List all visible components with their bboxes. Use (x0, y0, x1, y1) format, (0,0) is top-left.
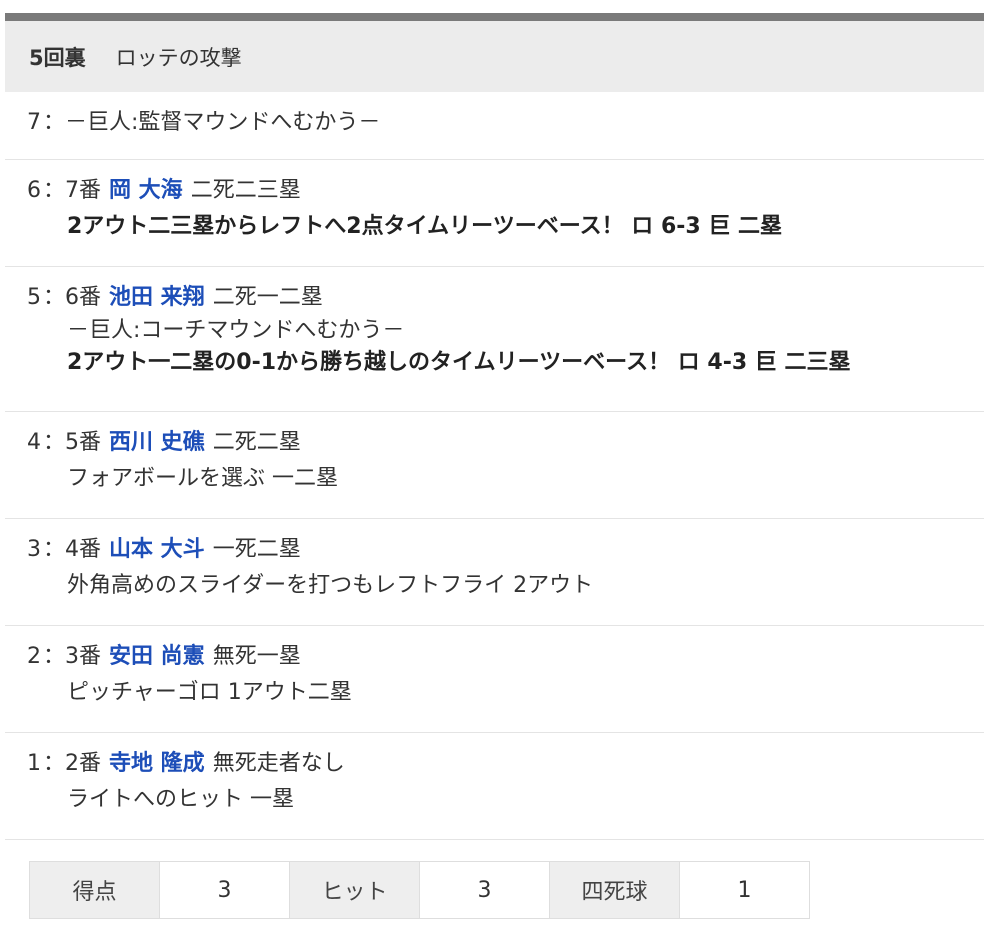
event-separator: ： (43, 110, 66, 135)
event-item-1: 1：2番 寺地 隆成 無死走者なし ライトへのヒット 一塁 (5, 733, 984, 840)
event-item-6: 6：7番岡 大海 二死二三塁 2アウト二三塁からレフトへ2点タイムリーツーベース！… (5, 160, 984, 267)
event-number: 7 (27, 110, 41, 135)
event-list: 7：－巨人:監督マウンドへむかう－ 6：7番岡 大海 二死二三塁 2アウト二三塁か… (5, 92, 984, 840)
stat-value-walks: 1 (680, 862, 810, 918)
event-text: －巨人:監督マウンドへむかう－ (65, 110, 381, 135)
batting-order: 5番 (65, 430, 102, 455)
event-separator: ： (43, 430, 66, 455)
play-by-play-panel: 5回裏 ロッテの攻撃 7：－巨人:監督マウンドへむかう－ 6：7番岡 大海 二死二… (5, 13, 984, 945)
play-description: フォアボールを選ぶ 一二塁 (67, 466, 338, 491)
event-separator: ： (43, 751, 66, 776)
situation: 一死二塁 (212, 537, 301, 562)
inning-title: ロッテの攻撃 (115, 45, 242, 70)
batting-order: 2番 (65, 751, 102, 776)
inning-header: 5回裏 ロッテの攻撃 (5, 21, 984, 92)
event-number: 4 (27, 430, 41, 455)
play-description: 外角高めのスライダーを打つもレフトフライ 2アウト (67, 573, 594, 598)
event-number: 3 (27, 537, 41, 562)
batter-link[interactable]: 寺地 隆成 (109, 751, 205, 776)
event-line: 2：3番 安田 尚憲 無死一塁 (27, 640, 984, 674)
stat-label-walks: 四死球 (550, 862, 680, 918)
event-separator: ： (43, 178, 66, 203)
stat-label-runs: 得点 (30, 862, 160, 918)
stat-value-hits: 3 (420, 862, 550, 918)
play-description: ピッチャーゴロ 1アウト二塁 (67, 680, 352, 705)
event-line: 4：5番 西川 史礁 二死二塁 (27, 426, 984, 460)
event-item-5: 5：6番 池田 来翔 二死一二塁 －巨人:コーチマウンドへむかう－ 2アウト一二塁の… (5, 267, 984, 412)
event-item-2: 2：3番 安田 尚憲 無死一塁 ピッチャーゴロ 1アウト二塁 (5, 626, 984, 733)
situation: 無死一塁 (212, 644, 301, 669)
event-line: 5：6番 池田 来翔 二死一二塁 (27, 281, 984, 315)
situation: 二死二塁 (212, 430, 301, 455)
batter-link[interactable]: 安田 尚憲 (109, 644, 205, 669)
batter-link[interactable]: 岡 大海 (109, 178, 183, 203)
event-line: 3：4番 山本 大斗 一死二塁 (27, 533, 984, 567)
batting-order: 7番 (65, 178, 102, 203)
event-line: 6：7番岡 大海 二死二三塁 (27, 174, 984, 208)
situation: 二死一二塁 (212, 285, 323, 310)
stat-value-runs: 3 (160, 862, 290, 918)
situation: 無死走者なし (212, 751, 345, 776)
event-number: 6 (27, 178, 41, 203)
event-separator: ： (43, 644, 66, 669)
top-divider (5, 13, 984, 21)
event-separator: ： (43, 285, 66, 310)
inning-stats-table: 得点 3 ヒット 3 四死球 1 (29, 861, 810, 919)
play-description: ライトへのヒット 一塁 (67, 787, 294, 812)
event-line: 7：－巨人:監督マウンドへむかう－ (27, 106, 984, 140)
event-number: 5 (27, 285, 41, 310)
batting-order: 4番 (65, 537, 102, 562)
event-item-4: 4：5番 西川 史礁 二死二塁 フォアボールを選ぶ 一二塁 (5, 412, 984, 519)
event-item-3: 3：4番 山本 大斗 一死二塁 外角高めのスライダーを打つもレフトフライ 2アウト (5, 519, 984, 626)
event-separator: ： (43, 537, 66, 562)
event-line: 1：2番 寺地 隆成 無死走者なし (27, 747, 984, 781)
situation: 二死二三塁 (190, 178, 301, 203)
batter-link[interactable]: 山本 大斗 (109, 537, 205, 562)
batting-order: 6番 (65, 285, 102, 310)
play-description: 2アウト二三塁からレフトへ2点タイムリーツーベース！ ロ 6-3 巨 二塁 (67, 214, 783, 239)
play-note: －巨人:コーチマウンドへむかう－ (67, 318, 405, 343)
batting-order: 3番 (65, 644, 102, 669)
event-item-7: 7：－巨人:監督マウンドへむかう－ (5, 92, 984, 160)
batter-link[interactable]: 西川 史礁 (109, 430, 205, 455)
play-description: 2アウト一二塁の0-1から勝ち越しのタイムリーツーベース！ ロ 4-3 巨 二三… (67, 350, 851, 375)
inning-label: 5回裏 (29, 45, 86, 70)
event-number: 1 (27, 751, 41, 776)
batter-link[interactable]: 池田 来翔 (109, 285, 205, 310)
stat-label-hits: ヒット (290, 862, 420, 918)
event-number: 2 (27, 644, 41, 669)
